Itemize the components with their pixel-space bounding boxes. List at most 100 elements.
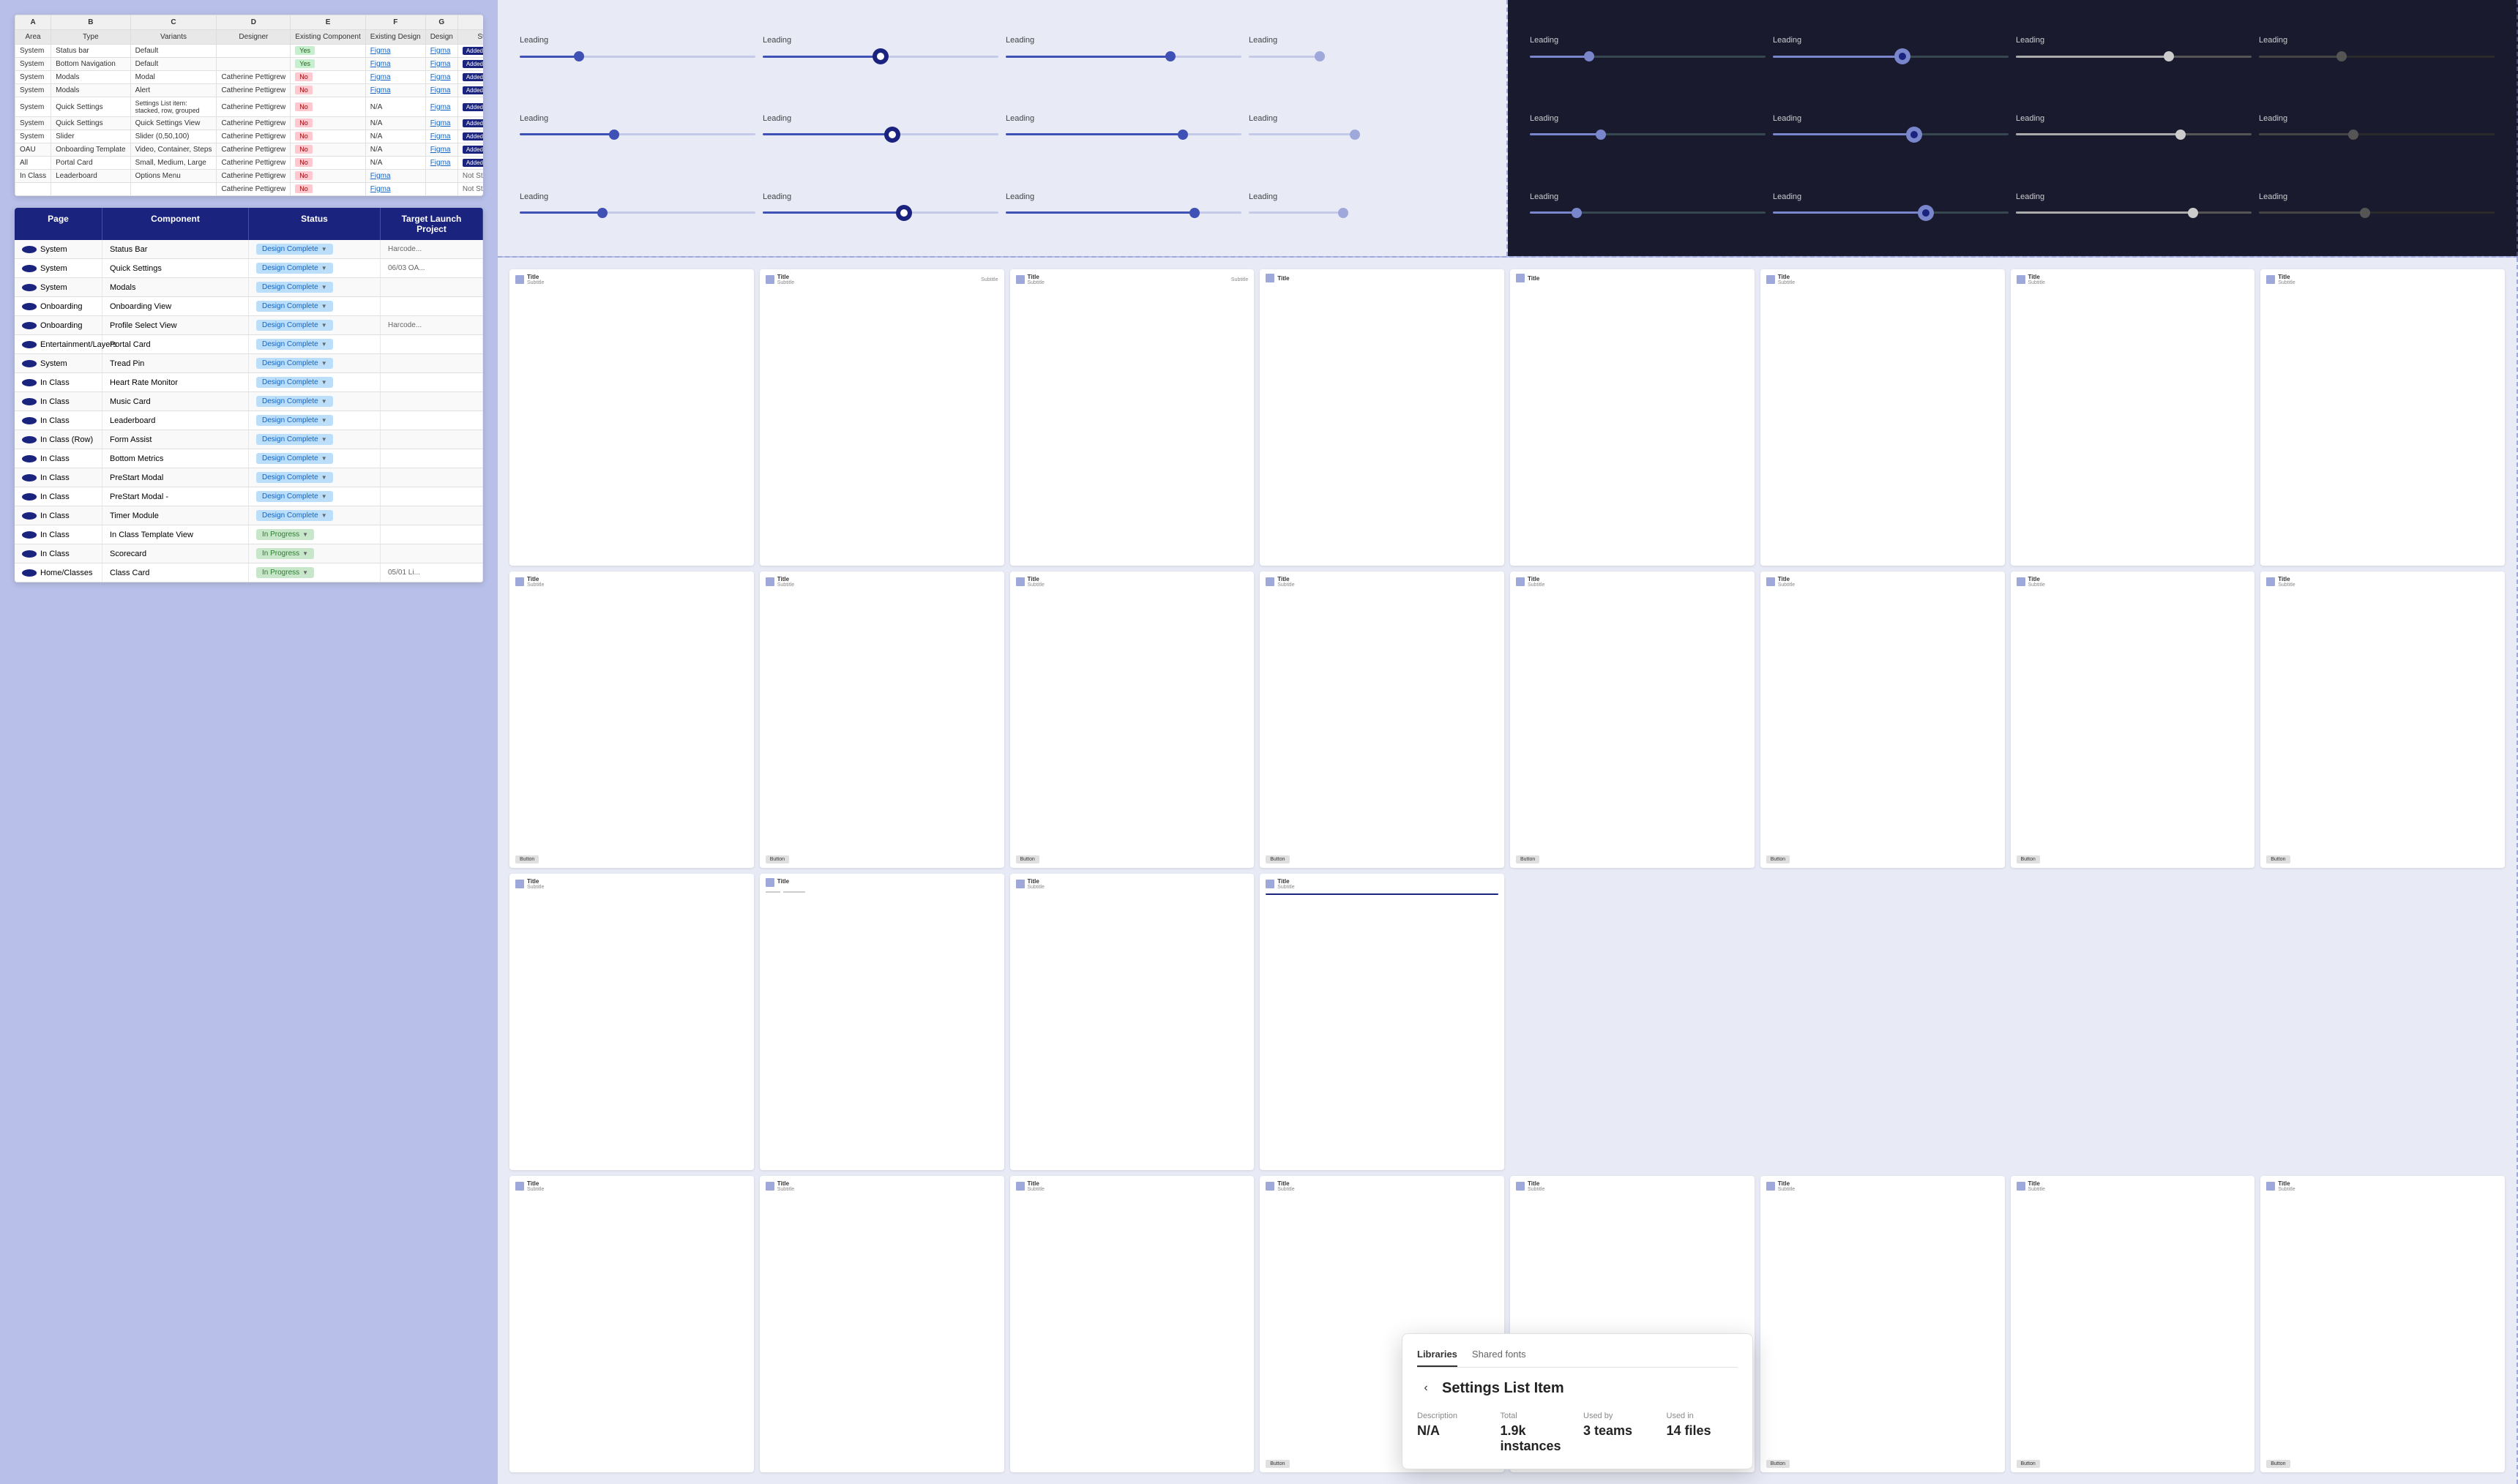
tab-libraries[interactable]: Libraries bbox=[1417, 1349, 1457, 1367]
comp-icon bbox=[1016, 577, 1025, 586]
lib-stat-used-in: Used in 14 files bbox=[1667, 1412, 1738, 1454]
header-area[interactable]: Area bbox=[15, 30, 51, 45]
comp-button[interactable]: Button bbox=[1016, 855, 1039, 863]
comp-icon bbox=[515, 275, 524, 284]
col-letter-d: D bbox=[217, 15, 291, 30]
slider-label: Leading bbox=[1249, 36, 1484, 45]
col-letter-h: H bbox=[457, 15, 483, 30]
components-grid: Title Subtitle Title Subtitle Subtitle bbox=[498, 258, 2518, 1484]
comp-button[interactable]: Button bbox=[2017, 1460, 2040, 1468]
comp-title: Title bbox=[1528, 576, 1544, 582]
lib-stat-label: Total bbox=[1501, 1412, 1572, 1420]
tracker-row: In Class Timer Module Design Complete ▼ bbox=[15, 506, 483, 525]
header-existing-comp[interactable]: Existing Component bbox=[291, 30, 366, 45]
slider-label-dark: Leading bbox=[1773, 114, 2009, 123]
header-design[interactable]: Design bbox=[425, 30, 457, 45]
header-type[interactable]: Type bbox=[51, 30, 130, 45]
tracker-row: In Class Music Card Design Complete ▼ bbox=[15, 392, 483, 411]
tracker-row: In Class Heart Rate Monitor Design Compl… bbox=[15, 373, 483, 392]
slider-track-container bbox=[1006, 206, 1241, 220]
slider-group-dark: Leading bbox=[1530, 15, 1766, 86]
tab-shared-fonts[interactable]: Shared fonts bbox=[1472, 1349, 1526, 1367]
tracker-row: System Modals Design Complete ▼ bbox=[15, 278, 483, 297]
lib-stats: Description N/A Total 1.9k instances Use… bbox=[1417, 1412, 1738, 1454]
lib-back-button[interactable]: ‹ bbox=[1417, 1379, 1435, 1397]
component-card: Title Subtitle bbox=[1260, 874, 1504, 1170]
comp-button[interactable]: Button bbox=[1266, 1460, 1289, 1468]
comp-button[interactable]: Button bbox=[766, 855, 789, 863]
slider-label: Leading bbox=[763, 192, 998, 201]
comp-title: Title bbox=[1277, 878, 1294, 885]
tracker-row: In Class PreStart Modal Design Complete … bbox=[15, 468, 483, 487]
slider-label-dark: Leading bbox=[2016, 36, 2252, 45]
table-row: In Class Leaderboard Options Menu Cather… bbox=[15, 170, 484, 183]
slider-group-dark: Leading bbox=[2016, 15, 2252, 86]
slider-track-container bbox=[1006, 49, 1241, 64]
table-row: System Modals Alert Catherine Pettigrew … bbox=[15, 84, 484, 97]
comp-subtitle: Subtitle bbox=[1277, 885, 1294, 890]
component-card-with-button: Title Subtitle Button bbox=[2260, 1176, 2505, 1472]
comp-title: Title bbox=[777, 576, 794, 582]
comp-button[interactable]: Button bbox=[1766, 855, 1790, 863]
tracker-col-component: Component bbox=[102, 208, 249, 240]
libraries-tabs: Libraries Shared fonts bbox=[1417, 1349, 1738, 1368]
component-card: Title bbox=[1260, 269, 1504, 566]
col-letter-c: C bbox=[130, 15, 217, 30]
lib-stat-value: N/A bbox=[1417, 1423, 1489, 1439]
lib-stat-used-by: Used by 3 teams bbox=[1583, 1412, 1655, 1454]
comp-icon bbox=[1516, 274, 1525, 282]
slider-group-dark: Leading bbox=[2259, 170, 2495, 241]
comp-subtitle: Subtitle bbox=[1277, 1187, 1294, 1192]
tracker-row: In Class Leaderboard Design Complete ▼ bbox=[15, 411, 483, 430]
comp-icon bbox=[1516, 577, 1525, 586]
tracker-header: Page Component Status Target Launch Proj… bbox=[15, 208, 483, 240]
libraries-popup: Libraries Shared fonts ‹ Settings List I… bbox=[1402, 1333, 1753, 1469]
comp-subtitle: Subtitle bbox=[1028, 280, 1045, 285]
slider-group-dark: Leading bbox=[1773, 170, 2009, 241]
comp-button[interactable]: Button bbox=[515, 855, 539, 863]
tracker-row: System Status Bar Design Complete ▼ Harc… bbox=[15, 240, 483, 259]
comp-button[interactable]: Button bbox=[2266, 1460, 2290, 1468]
header-existing-design[interactable]: Existing Design bbox=[365, 30, 425, 45]
left-panel: A B C D E F G H Area Type Variants Desig… bbox=[0, 0, 498, 1484]
slider-group: Leading bbox=[763, 170, 998, 241]
header-variants[interactable]: Variants bbox=[130, 30, 217, 45]
comp-button[interactable]: Button bbox=[2266, 855, 2290, 863]
slider-group: Leading bbox=[1006, 93, 1241, 164]
comp-subtitle: Subtitle bbox=[2278, 280, 2295, 285]
comp-title: Title bbox=[777, 1180, 794, 1187]
slider-label: Leading bbox=[1006, 36, 1241, 45]
comp-icon bbox=[1016, 880, 1025, 888]
comp-button[interactable]: Button bbox=[2017, 855, 2040, 863]
lib-stat-label: Description bbox=[1417, 1412, 1489, 1420]
component-card: Title Subtitle bbox=[2011, 269, 2255, 566]
comp-button[interactable]: Button bbox=[1266, 855, 1289, 863]
slider-track-container-dark bbox=[2259, 127, 2495, 142]
popup-placeholder bbox=[1510, 874, 2505, 1170]
comp-title: Title bbox=[2028, 274, 2045, 280]
comp-subtitle: Subtitle bbox=[1778, 1187, 1795, 1192]
slider-track-container-dark bbox=[1530, 49, 1766, 64]
comp-button[interactable]: Button bbox=[1766, 1460, 1790, 1468]
comp-title: Title bbox=[527, 1180, 544, 1187]
slider-label-dark: Leading bbox=[2016, 192, 2252, 201]
component-card-with-button: Title Subtitle Button bbox=[2011, 1176, 2255, 1472]
comp-icon bbox=[766, 878, 774, 887]
slider-group: Leading bbox=[520, 170, 755, 241]
comp-icon bbox=[1016, 1182, 1025, 1191]
comp-subtitle: Subtitle bbox=[527, 1187, 544, 1192]
slider-group: Leading bbox=[763, 15, 998, 86]
comp-subtitle: Subtitle bbox=[2028, 280, 2045, 285]
header-designer[interactable]: Designer bbox=[217, 30, 291, 45]
lib-stat-value: 1.9k instances bbox=[1501, 1423, 1572, 1454]
tracker-row: In Class In Class Template View In Progr… bbox=[15, 525, 483, 544]
component-card-with-button: Title Subtitle Button bbox=[509, 572, 754, 868]
slider-track-container-dark bbox=[2016, 206, 2252, 220]
tracker-col-status: Status bbox=[249, 208, 381, 240]
component-card: Title Subtitle bbox=[1010, 1176, 1255, 1472]
comp-button[interactable]: Button bbox=[1516, 855, 1539, 863]
header-status[interactable]: Status bbox=[457, 30, 483, 45]
comp-icon bbox=[1766, 1182, 1775, 1191]
comp-title: Title bbox=[1778, 274, 1795, 280]
comp-subtitle: Subtitle bbox=[1528, 582, 1544, 588]
